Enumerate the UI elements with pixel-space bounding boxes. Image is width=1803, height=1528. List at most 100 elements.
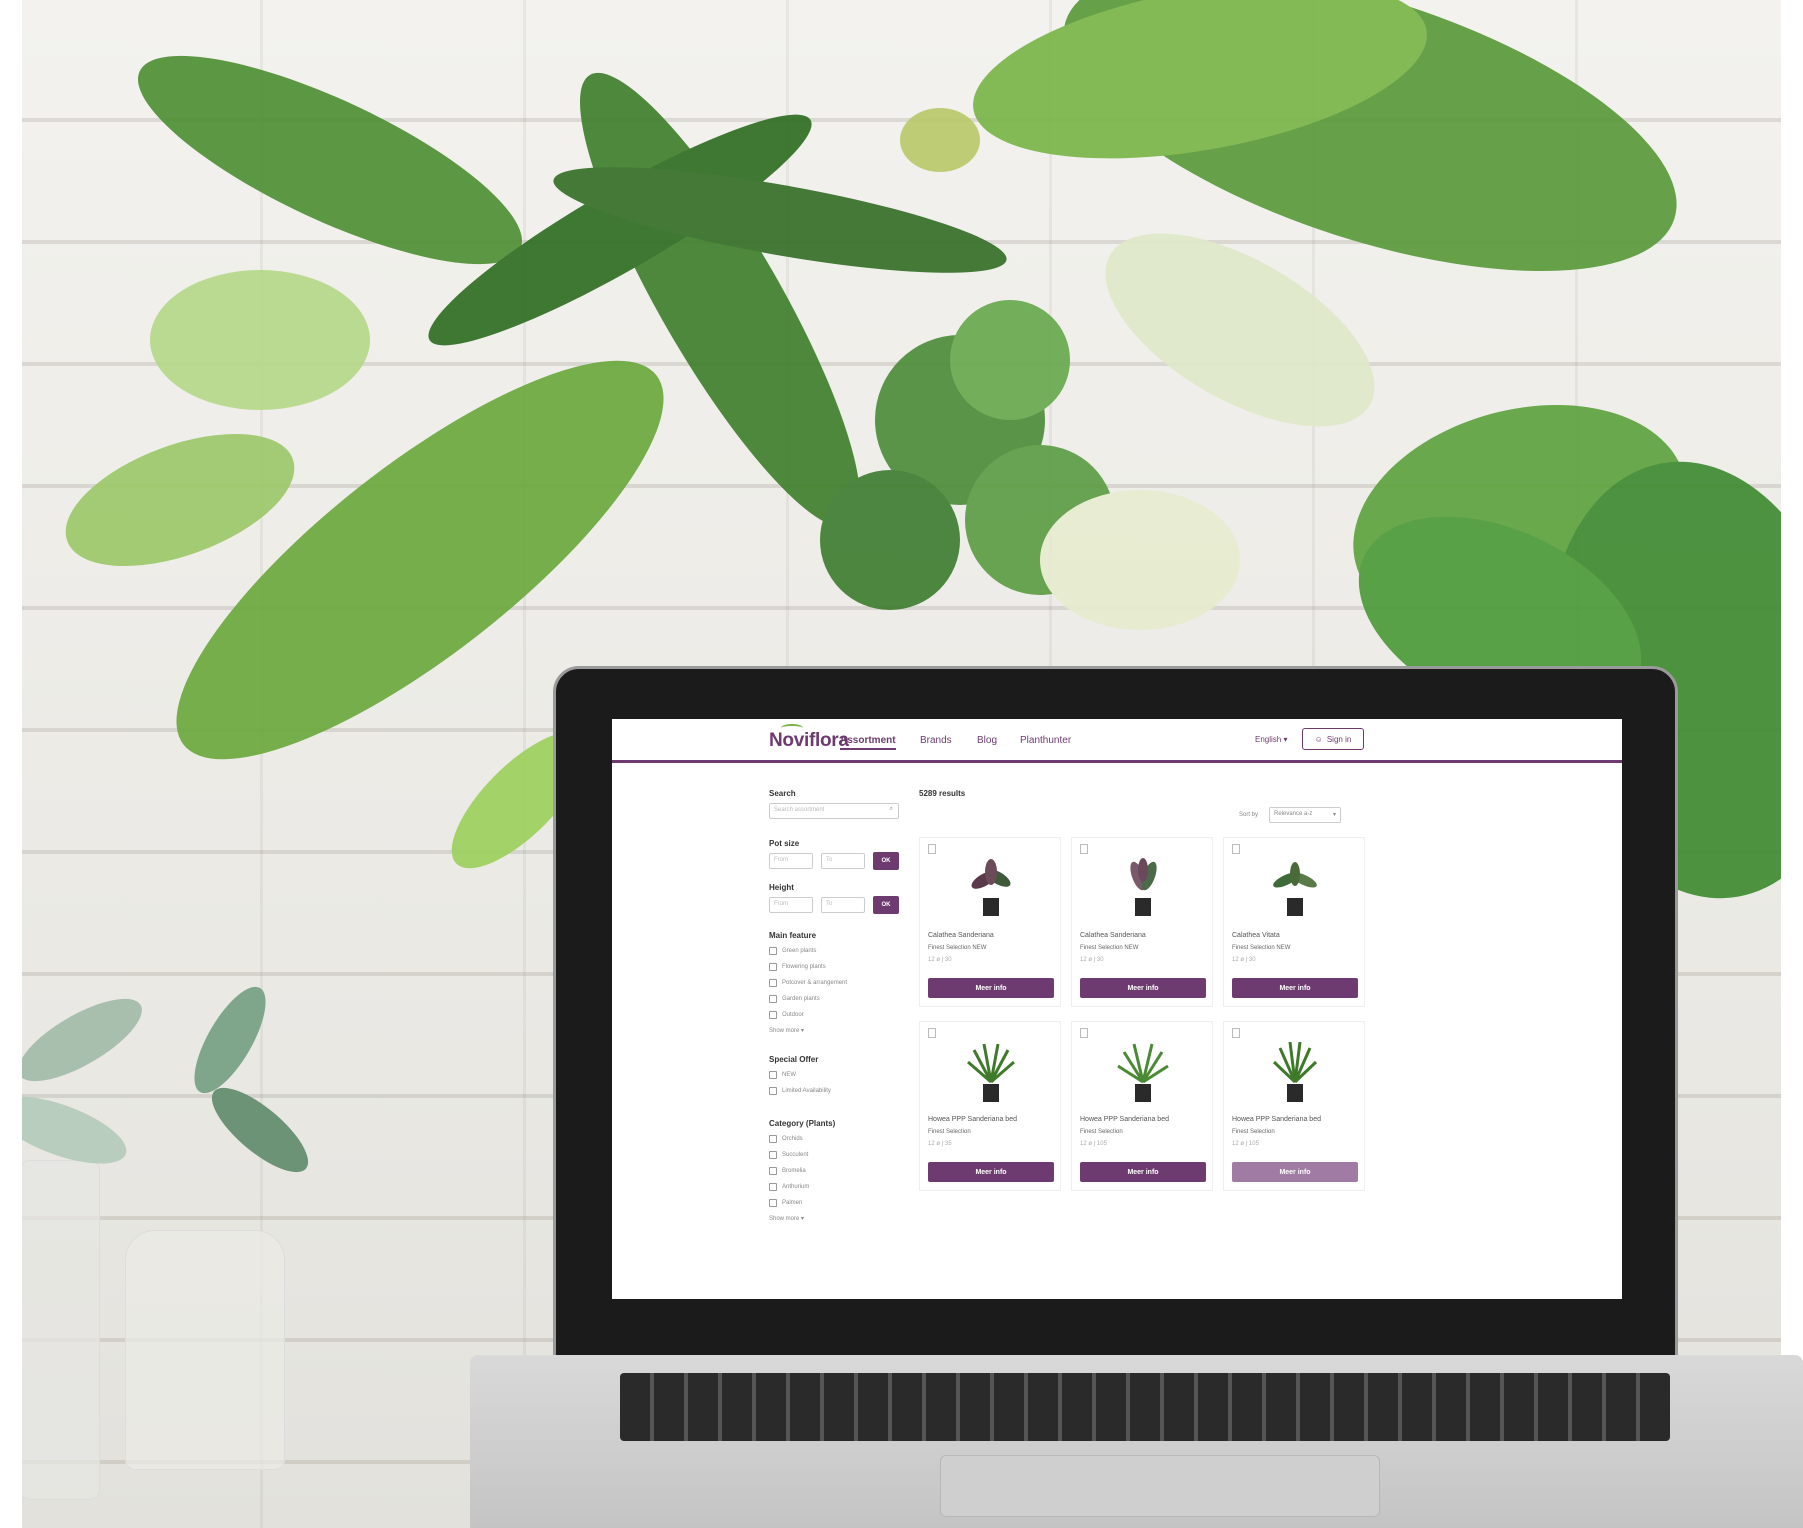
tag-icon bbox=[1232, 844, 1240, 854]
nav-blog[interactable]: Blog bbox=[977, 735, 997, 746]
product-name: Howea PPP Sanderiana bed bbox=[928, 1116, 1017, 1123]
search-icon[interactable]: ⌕ bbox=[890, 806, 893, 813]
pot-size-max-input[interactable]: To bbox=[821, 853, 865, 869]
filter-label: Limited Availability bbox=[782, 1088, 831, 1094]
search-input[interactable]: Search assortment ⌕ bbox=[769, 803, 899, 819]
plant-image bbox=[1130, 858, 1157, 916]
tag-icon bbox=[1232, 1028, 1240, 1038]
checkbox[interactable] bbox=[769, 1011, 777, 1019]
filter-limited[interactable]: Limited Availability bbox=[769, 1087, 831, 1095]
product-card[interactable]: Howea PPP Sanderiana bed Finest Selectio… bbox=[919, 1021, 1061, 1191]
product-card[interactable]: Howea PPP Sanderiana bed Finest Selectio… bbox=[1223, 1021, 1365, 1191]
tag-icon bbox=[1080, 1028, 1088, 1038]
height-max-input[interactable]: To bbox=[821, 897, 865, 913]
sort-select[interactable]: Relevance a-z ▾ bbox=[1269, 807, 1341, 823]
filter-garden-plants[interactable]: Garden plants bbox=[769, 995, 820, 1003]
category-show-more-link[interactable]: Show more ▾ bbox=[769, 1215, 804, 1222]
product-name: Howea PPP Sanderiana bed bbox=[1232, 1116, 1321, 1123]
photo-scene: Noviflora Assortment Brands Blog Planthu… bbox=[0, 0, 1803, 1528]
filter-bromelia[interactable]: Bromelia bbox=[769, 1167, 806, 1175]
filter-label: Flowering plants bbox=[782, 964, 826, 970]
product-subtitle: Finest Selection bbox=[1080, 1129, 1123, 1135]
tag-icon bbox=[1080, 844, 1088, 854]
product-name: Calathea Sanderiana bbox=[928, 932, 994, 939]
product-subtitle: Finest Selection NEW bbox=[1232, 945, 1291, 951]
sign-in-label: Sign in bbox=[1326, 734, 1352, 744]
product-subtitle: Finest Selection NEW bbox=[928, 945, 987, 951]
product-card[interactable]: Calathea Sanderiana Finest Selection NEW… bbox=[1071, 837, 1213, 1007]
meer-info-button[interactable]: Meer info bbox=[1080, 978, 1206, 998]
search-placeholder: Search assortment bbox=[774, 807, 825, 813]
product-meta: 12 ø | 105 bbox=[1232, 1141, 1259, 1147]
frame-left bbox=[0, 0, 22, 1528]
show-more-link[interactable]: Show more ▾ bbox=[769, 1027, 804, 1034]
checkbox[interactable] bbox=[769, 1183, 777, 1191]
checkbox[interactable] bbox=[769, 947, 777, 955]
laptop-screen: Noviflora Assortment Brands Blog Planthu… bbox=[612, 719, 1622, 1299]
checkbox[interactable] bbox=[769, 1087, 777, 1095]
language-select[interactable]: English ▾ bbox=[1255, 735, 1287, 744]
product-meta: 12 ø | 30 bbox=[1232, 957, 1256, 963]
meer-info-button[interactable]: Meer info bbox=[928, 978, 1054, 998]
filter-new[interactable]: NEW bbox=[769, 1071, 796, 1079]
plant-image bbox=[1117, 1043, 1169, 1102]
filter-flowering-plants[interactable]: Flowering plants bbox=[769, 963, 826, 971]
filter-palmen[interactable]: Palmen bbox=[769, 1199, 802, 1207]
sort-value: Relevance a-z bbox=[1274, 811, 1313, 817]
sign-in-button[interactable]: ☺ Sign in bbox=[1302, 728, 1364, 750]
checkbox[interactable] bbox=[769, 979, 777, 987]
meer-info-button[interactable]: Meer info bbox=[1232, 978, 1358, 998]
height-min-input[interactable]: From bbox=[769, 897, 813, 913]
user-icon: ☺ bbox=[1314, 734, 1323, 744]
trackpad bbox=[940, 1455, 1380, 1517]
meer-info-button[interactable]: Meer info bbox=[1080, 1162, 1206, 1182]
filter-label: Outdoor bbox=[782, 1012, 804, 1018]
filter-outdoor[interactable]: Outdoor bbox=[769, 1011, 804, 1019]
logo-swoosh-icon bbox=[781, 724, 803, 732]
filter-label: Anthurium bbox=[782, 1184, 810, 1190]
meer-info-button[interactable]: Meer info bbox=[1232, 1162, 1358, 1182]
filter-orchids[interactable]: Orchids bbox=[769, 1135, 803, 1143]
plant-image bbox=[1273, 862, 1317, 916]
checkbox[interactable] bbox=[769, 1071, 777, 1079]
filter-label: Palmen bbox=[782, 1200, 803, 1206]
filter-label: NEW bbox=[782, 1072, 796, 1078]
category-heading: Category (Plants) bbox=[769, 1119, 836, 1128]
nav-planthunter[interactable]: Planthunter bbox=[1020, 735, 1071, 746]
succulent bbox=[0, 986, 309, 1173]
filter-anthurium[interactable]: Anthurium bbox=[769, 1183, 809, 1191]
main-feature-heading: Main feature bbox=[769, 931, 817, 940]
meer-info-button[interactable]: Meer info bbox=[928, 1162, 1054, 1182]
product-name: Calathea Vitata bbox=[1232, 932, 1280, 939]
pot-size-min-input[interactable]: From bbox=[769, 853, 813, 869]
top-navigation: Noviflora Assortment Brands Blog Planthu… bbox=[612, 719, 1622, 763]
plant-image bbox=[971, 859, 1011, 916]
product-meta: 12 ø | 35 bbox=[928, 1141, 952, 1147]
checkbox[interactable] bbox=[769, 1167, 777, 1175]
height-ok-button[interactable]: OK bbox=[873, 896, 899, 914]
filter-potcover[interactable]: Potcover & arrangement bbox=[769, 979, 847, 987]
checkbox[interactable] bbox=[769, 1135, 777, 1143]
product-subtitle: Finest Selection NEW bbox=[1080, 945, 1139, 951]
checkbox[interactable] bbox=[769, 995, 777, 1003]
checkbox[interactable] bbox=[769, 963, 777, 971]
logo-text: Noviflora bbox=[769, 730, 849, 751]
product-card[interactable]: Calathea Sanderiana Finest Selection NEW… bbox=[919, 837, 1061, 1007]
noviflora-logo[interactable]: Noviflora bbox=[769, 724, 849, 752]
plant-image bbox=[967, 1043, 1015, 1102]
search-heading: Search bbox=[769, 789, 796, 798]
nav-brands[interactable]: Brands bbox=[920, 735, 952, 746]
checkbox[interactable] bbox=[769, 1151, 777, 1159]
filter-succulent[interactable]: Succulent bbox=[769, 1151, 808, 1159]
product-card[interactable]: Calathea Vitata Finest Selection NEW 12 … bbox=[1223, 837, 1365, 1007]
pot-size-ok-button[interactable]: OK bbox=[873, 852, 899, 870]
tag-icon bbox=[928, 1028, 936, 1038]
nav-assortment[interactable]: Assortment bbox=[840, 735, 896, 750]
checkbox[interactable] bbox=[769, 1199, 777, 1207]
product-subtitle: Finest Selection bbox=[1232, 1129, 1275, 1135]
chevron-down-icon: ▾ bbox=[1332, 812, 1336, 818]
filter-green-plants[interactable]: Green plants bbox=[769, 947, 816, 955]
product-card[interactable]: Howea PPP Sanderiana bed Finest Selectio… bbox=[1071, 1021, 1213, 1191]
product-name: Howea PPP Sanderiana bed bbox=[1080, 1116, 1169, 1123]
laptop-lid: Noviflora Assortment Brands Blog Planthu… bbox=[553, 666, 1678, 1362]
